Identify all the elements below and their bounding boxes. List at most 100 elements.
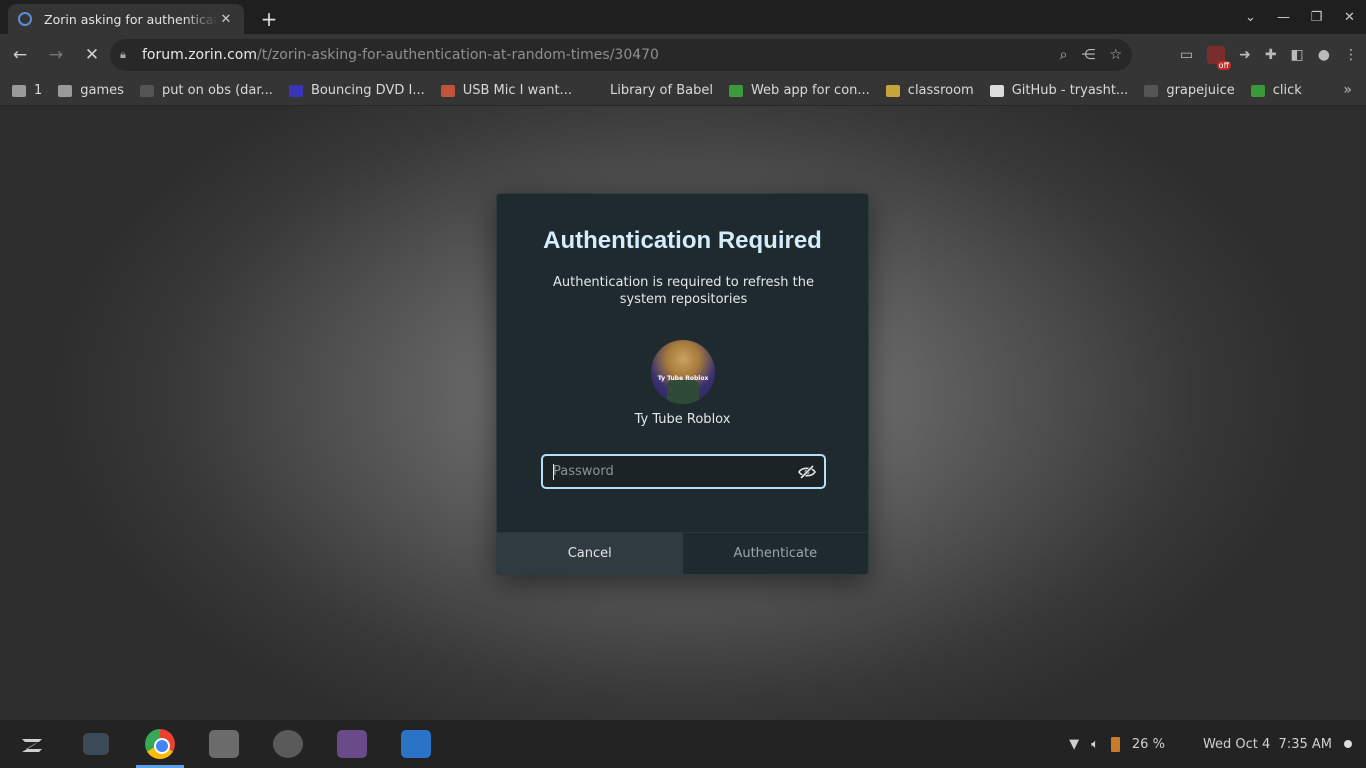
notification-dot-icon[interactable]	[1344, 740, 1352, 748]
maximize-icon[interactable]: ❐	[1300, 0, 1333, 34]
bookmark-item[interactable]: 1	[12, 83, 42, 98]
tab-search-icon[interactable]: ⌄	[1234, 0, 1267, 34]
chrome-icon	[145, 729, 175, 759]
folder-icon	[209, 730, 239, 758]
zorin-menu-button[interactable]	[0, 720, 64, 768]
dialog-message: Authentication is required to refresh th…	[552, 275, 815, 307]
bookmark-favicon-icon	[1250, 84, 1265, 97]
battery-percent: 26 %	[1131, 736, 1165, 752]
extension-arrow-icon[interactable]: ➜	[1239, 47, 1251, 63]
bookmark-label: click	[1272, 83, 1302, 98]
folder-icon	[58, 84, 73, 97]
os-taskbar: ▼ 🔈︎ 26 % Wed Oct 4 7:35 AM	[0, 720, 1366, 768]
share-icon[interactable]: ⋲	[1081, 47, 1095, 63]
bookmark-item[interactable]: click	[1250, 83, 1302, 98]
zorin-logo-icon	[22, 739, 42, 752]
side-panel-icon[interactable]: ◧	[1291, 47, 1304, 63]
bookmark-favicon-icon	[440, 84, 455, 97]
window-controls: ⌄ — ❐ ✕	[1234, 0, 1366, 34]
authenticate-button[interactable]: Authenticate	[682, 533, 868, 574]
bookmark-favicon-icon	[288, 84, 303, 97]
avatar-caption: Ty Tube Roblox	[657, 375, 709, 382]
password-input[interactable]	[553, 456, 790, 487]
browser-toolbar: ← → ✕ 🔒︎ forum.zorin.com/t/zorin-asking-…	[0, 34, 1366, 76]
taskbar-messenger[interactable]	[256, 720, 320, 768]
cast-icon[interactable]: ▭	[1180, 47, 1193, 63]
cancel-button[interactable]: Cancel	[497, 533, 683, 574]
battery-icon	[1110, 736, 1120, 752]
dialog-title: Authentication Required	[543, 227, 822, 254]
zoom-icon[interactable]: ⌕	[1060, 47, 1068, 63]
bookmark-label: 1	[34, 83, 43, 98]
bookmark-label: games	[80, 83, 124, 98]
avatar: Ty Tube Roblox	[651, 340, 715, 404]
window-icon	[83, 733, 109, 755]
messenger-icon	[273, 730, 303, 758]
browser-tab-active[interactable]: Zorin asking for authentication at rando…	[8, 4, 244, 34]
tab-close-icon[interactable]: ✕	[218, 12, 234, 27]
loading-favicon-icon	[18, 12, 32, 26]
hide-password-icon[interactable]	[790, 457, 824, 487]
password-field-container[interactable]	[541, 454, 826, 489]
url-domain: forum.zorin.com	[142, 47, 257, 63]
taskbar-video[interactable]	[320, 720, 384, 768]
bookmark-favicon-icon	[885, 84, 900, 97]
bookmark-label: GitHub - tryasht...	[1011, 83, 1129, 98]
bookmark-item[interactable]: put on obs (dar...	[139, 83, 273, 98]
bookmark-star-icon[interactable]: ☆	[1109, 47, 1122, 63]
bookmark-label: grapejuice	[1166, 83, 1235, 98]
bookmark-item[interactable]: classroom	[885, 83, 974, 98]
system-tray[interactable]: ▼ 🔈︎ 26 % Wed Oct 4 7:35 AM	[1069, 720, 1352, 768]
extension-off-icon[interactable]	[1207, 46, 1232, 70]
bookmark-item[interactable]: Web app for con...	[728, 83, 870, 98]
url-path: /t/zorin-asking-for-authentication-at-ra…	[257, 47, 659, 63]
bookmark-favicon-icon	[1144, 84, 1159, 97]
back-arrow-icon[interactable]: ←	[4, 39, 36, 71]
bookmarks-bar: 1 games put on obs (dar... Bouncing DVD I..…	[0, 76, 1366, 106]
bookmark-item[interactable]: USB Mic I want...	[440, 83, 572, 98]
bookmark-favicon-icon	[587, 84, 602, 97]
text-caret	[553, 464, 554, 480]
bookmark-favicon-icon	[728, 84, 743, 97]
tab-title: Zorin asking for authentication at rando…	[44, 11, 218, 27]
window-close-icon[interactable]: ✕	[1333, 0, 1366, 34]
clock[interactable]: Wed Oct 4 7:35 AM	[1203, 737, 1332, 752]
bookmark-label: put on obs (dar...	[161, 83, 273, 98]
new-tab-button[interactable]: +	[254, 4, 284, 34]
taskbar-software[interactable]	[384, 720, 448, 768]
browser-tab-bar: Zorin asking for authentication at rando…	[0, 0, 1366, 34]
address-bar[interactable]: 🔒︎ forum.zorin.com/t/zorin-asking-for-au…	[110, 39, 1132, 71]
bookmark-favicon-icon	[989, 84, 1004, 97]
profile-icon[interactable]: ●	[1318, 47, 1330, 63]
bookmark-item[interactable]: GitHub - tryasht...	[989, 83, 1129, 98]
bookmark-label: classroom	[907, 83, 974, 98]
bookmark-label: Library of Babel	[609, 83, 713, 98]
bookmark-label: USB Mic I want...	[462, 83, 572, 98]
authentication-dialog: Authentication Required Authentication i…	[496, 193, 869, 575]
volume-icon[interactable]: 🔈︎	[1091, 737, 1099, 752]
dialog-button-row: Cancel Authenticate	[497, 532, 868, 574]
avatar-body-shape	[667, 380, 699, 404]
menu-kebab-icon[interactable]: ⋮	[1344, 47, 1358, 63]
bookmark-item[interactable]: grapejuice	[1144, 83, 1235, 98]
lock-icon[interactable]: 🔒︎	[120, 48, 132, 62]
extensions-puzzle-icon[interactable]: ✚	[1265, 47, 1277, 63]
minimize-icon[interactable]: —	[1267, 0, 1300, 34]
network-icon[interactable]: ▼	[1069, 737, 1079, 752]
folder-icon	[12, 84, 26, 97]
bookmark-favicon-icon	[139, 84, 154, 97]
bookmark-item[interactable]: Library of Babel	[587, 83, 713, 98]
bookmark-label: Bouncing DVD I...	[310, 83, 425, 98]
software-store-icon	[401, 730, 431, 758]
taskbar-chrome[interactable]	[128, 720, 192, 768]
taskbar-files-alt[interactable]	[64, 720, 128, 768]
taskbar-files[interactable]	[192, 720, 256, 768]
bookmarks-overflow-icon[interactable]: »	[1343, 82, 1352, 98]
video-editor-icon	[337, 730, 367, 758]
user-name: Ty Tube Roblox	[634, 412, 731, 427]
stop-loading-icon[interactable]: ✕	[76, 39, 108, 71]
forward-arrow-icon[interactable]: →	[40, 39, 72, 71]
bookmark-item[interactable]: games	[58, 83, 124, 98]
bookmark-label: Web app for con...	[750, 83, 870, 98]
bookmark-item[interactable]: Bouncing DVD I...	[288, 83, 425, 98]
